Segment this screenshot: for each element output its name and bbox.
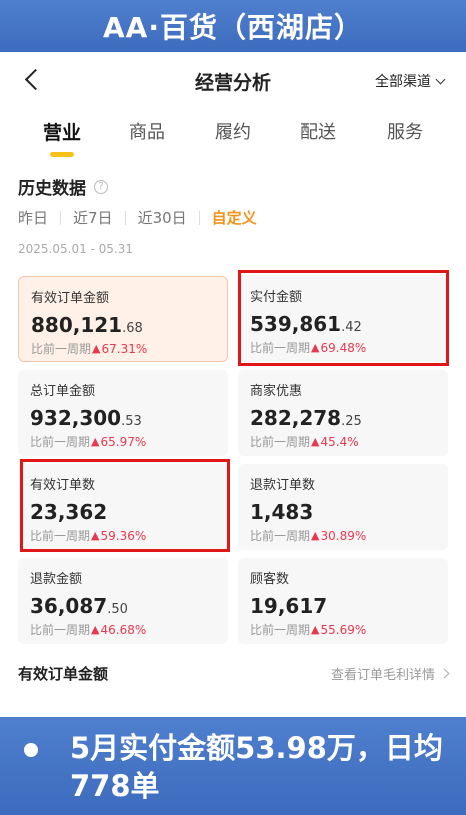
- metric-card-refund-order-count[interactable]: 退款订单数 1,483 比前一周期 ▲ 30.89%: [238, 464, 448, 550]
- metric-value: 282,278.25: [250, 406, 362, 430]
- order-profit-detail-link[interactable]: 查看订单毛利详情: [331, 664, 450, 683]
- metric-label: 退款订单数: [250, 478, 316, 493]
- date-range-text: 2025.05.01 - 05.31: [18, 242, 134, 256]
- arrow-up-icon: ▲: [91, 623, 100, 636]
- active-tab-indicator: [50, 152, 74, 157]
- store-title: AA·百货（西湖店）: [103, 11, 363, 44]
- range-yesterday[interactable]: 昨日: [18, 207, 48, 228]
- metric-value: 1,483: [250, 500, 314, 524]
- arrow-up-icon: ▲: [311, 623, 320, 636]
- metric-label: 顾客数: [250, 572, 290, 587]
- chart-section-title: 有效订单金额: [18, 665, 109, 683]
- metric-label: 有效订单金额: [31, 291, 110, 306]
- metric-compare: 比前一周期 ▲ 45.4%: [250, 434, 359, 450]
- tab-products[interactable]: 商品: [117, 118, 177, 144]
- chevron-down-icon: [435, 74, 446, 84]
- arrow-up-icon: ▲: [311, 435, 320, 448]
- metric-label: 实付金额: [250, 290, 303, 305]
- metric-card-merchant-discount[interactable]: 商家优惠 282,278.25 比前一周期 ▲ 45.4%: [238, 370, 448, 456]
- metric-label: 商家优惠: [250, 384, 303, 399]
- tab-business[interactable]: 营业: [32, 118, 92, 145]
- metric-compare: 比前一周期 ▲ 59.36%: [30, 528, 147, 544]
- metric-value: 932,300.53: [30, 406, 142, 430]
- section-title-text: 历史数据: [18, 179, 86, 199]
- metric-card-paid-amount[interactable]: 实付金额 539,861.42 比前一周期 ▲ 69.48%: [238, 276, 448, 362]
- chevron-right-icon: [439, 668, 450, 679]
- tab-bar: 营业 商品 履约 配送 服务: [0, 108, 466, 164]
- store-title-banner: AA·百货（西湖店）: [0, 0, 466, 52]
- divider: [198, 210, 200, 225]
- metric-compare: 比前一周期 ▲ 30.89%: [250, 528, 367, 544]
- bullet-icon: [24, 743, 38, 757]
- metric-compare: 比前一周期 ▲ 65.97%: [30, 434, 147, 450]
- tab-delivery[interactable]: 配送: [288, 118, 348, 144]
- arrow-up-icon: ▲: [311, 529, 320, 542]
- metric-label: 有效订单数: [30, 478, 96, 493]
- tab-service[interactable]: 服务: [375, 118, 435, 144]
- metric-value: 880,121.68: [31, 313, 143, 337]
- metric-value: 23,362: [30, 500, 108, 524]
- channel-dropdown[interactable]: 全部渠道: [375, 71, 446, 91]
- history-section-title: 历史数据 ?: [18, 174, 108, 199]
- metric-card-valid-order-amount[interactable]: 有效订单金额 880,121.68 比前一周期 ▲ 67.31%: [18, 276, 228, 362]
- summary-banner: 5月实付金额53.98万，日均778单: [0, 717, 466, 815]
- arrow-up-icon: ▲: [92, 342, 101, 355]
- arrow-up-icon: ▲: [311, 341, 320, 354]
- date-range-selector: 昨日 近7日 近30日 自定义: [18, 207, 257, 228]
- metric-card-valid-order-count[interactable]: 有效订单数 23,362 比前一周期 ▲ 59.36%: [18, 464, 228, 550]
- summary-text: 5月实付金额53.98万，日均778单: [70, 731, 443, 803]
- metric-value: 36,087.50: [30, 594, 128, 618]
- range-30-days[interactable]: 近30日: [138, 207, 187, 228]
- metric-value: 539,861.42: [250, 312, 362, 336]
- metric-compare: 比前一周期 ▲ 46.68%: [30, 622, 147, 638]
- metric-label: 退款金额: [30, 572, 83, 587]
- chart-section-header: 有效订单金额 查看订单毛利详情: [18, 663, 450, 684]
- metric-compare: 比前一周期 ▲ 69.48%: [250, 340, 367, 356]
- range-7-days[interactable]: 近7日: [73, 207, 113, 228]
- metric-value: 19,617: [250, 594, 328, 618]
- navbar: 经营分析 全部渠道: [0, 52, 466, 108]
- metric-card-total-order-amount[interactable]: 总订单金额 932,300.53 比前一周期 ▲ 65.97%: [18, 370, 228, 456]
- channel-label: 全部渠道: [375, 74, 431, 90]
- metric-card-customer-count[interactable]: 顾客数 19,617 比前一周期 ▲ 55.69%: [238, 558, 448, 644]
- question-circle-icon[interactable]: ?: [94, 179, 108, 194]
- metric-compare: 比前一周期 ▲ 55.69%: [250, 622, 367, 638]
- metric-card-refund-amount[interactable]: 退款金额 36,087.50 比前一周期 ▲ 46.68%: [18, 558, 228, 644]
- tab-fulfillment[interactable]: 履约: [203, 118, 263, 144]
- range-custom[interactable]: 自定义: [212, 207, 257, 228]
- arrow-up-icon: ▲: [91, 529, 100, 542]
- divider: [124, 210, 126, 225]
- metric-compare: 比前一周期 ▲ 67.31%: [31, 341, 148, 357]
- divider: [60, 210, 62, 225]
- arrow-up-icon: ▲: [91, 435, 100, 448]
- metric-label: 总订单金额: [30, 384, 96, 399]
